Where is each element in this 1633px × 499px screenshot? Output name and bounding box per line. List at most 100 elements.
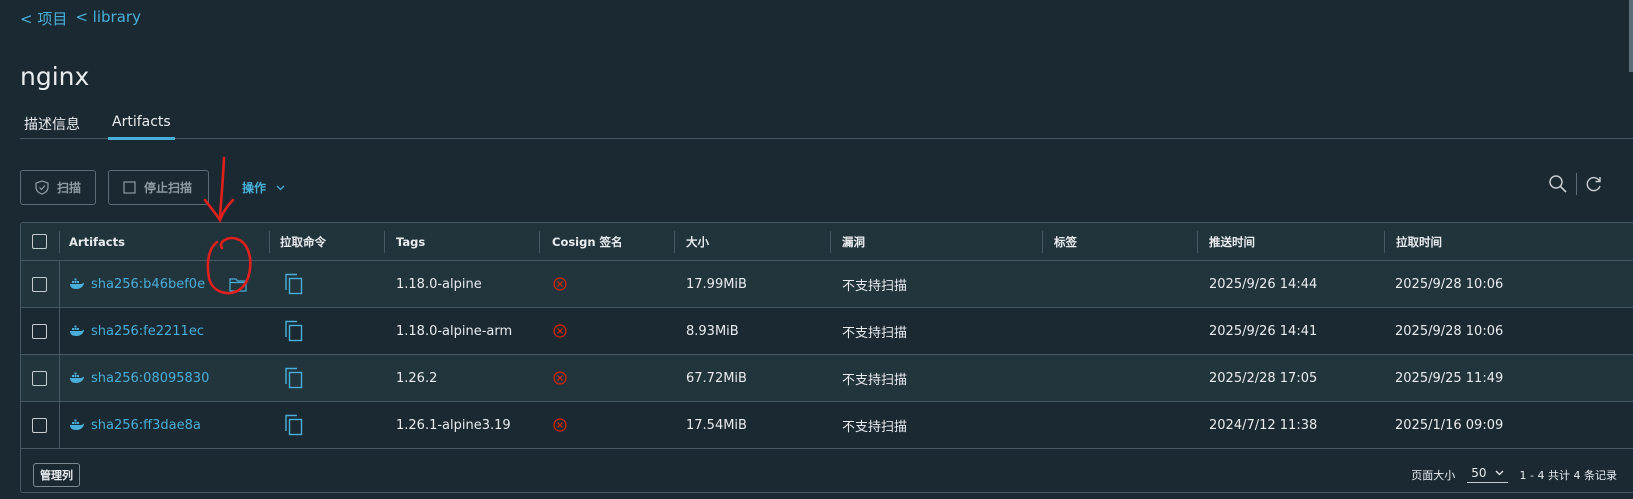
scan-button-label: 扫描	[57, 181, 82, 195]
copy-icon[interactable]	[284, 273, 304, 295]
breadcrumb-library-link[interactable]: < library	[75, 8, 141, 29]
header-vulnerabilities[interactable]: 漏洞	[842, 223, 865, 260]
pull-time-cell: 2025/1/16 09:09	[1395, 417, 1504, 433]
refresh-icon[interactable]	[1585, 175, 1603, 193]
push-time-cell: 2025/2/28 17:05	[1209, 370, 1318, 386]
stop-scan-button[interactable]: 停止扫描	[108, 170, 209, 205]
row-divider	[59, 355, 60, 401]
push-time-cell: 2025/9/26 14:44	[1209, 276, 1318, 292]
tag-cell: 1.26.2	[396, 370, 438, 386]
actions-dropdown-label: 操作	[242, 181, 267, 195]
breadcrumb-projects-link[interactable]: < 项目	[20, 8, 67, 29]
header-push-time[interactable]: 推送时间	[1209, 223, 1255, 260]
breadcrumb: < 项目 < library	[20, 8, 141, 29]
header-pull-command[interactable]: 拉取命令	[280, 223, 326, 260]
column-divider	[1197, 231, 1198, 253]
artifacts-table: Artifacts 拉取命令 Tags Cosign 签名 大小 漏洞 标签 推…	[20, 222, 1633, 493]
checkbox-icon	[123, 181, 136, 194]
tag-cell: 1.18.0-alpine	[396, 276, 482, 292]
toolbar: 扫描 停止扫描 操作	[20, 170, 1633, 206]
header-tags[interactable]: Tags	[396, 223, 425, 260]
pull-time-cell: 2025/9/28 10:06	[1395, 323, 1504, 339]
column-divider	[269, 231, 270, 253]
select-all-checkbox[interactable]	[32, 234, 47, 249]
tab-bar: 描述信息 Artifacts	[20, 110, 1633, 140]
header-artifacts[interactable]: Artifacts	[69, 223, 125, 260]
row-checkbox[interactable]	[32, 276, 47, 292]
table-row: sha256:fe2211ec 1.18.0-alpine-arm 8.93Mi…	[21, 308, 1633, 355]
select-all-cell	[32, 223, 47, 260]
column-divider	[539, 231, 540, 253]
header-cosign[interactable]: Cosign 签名	[552, 223, 623, 260]
push-time-cell: 2024/7/12 11:38	[1209, 417, 1318, 433]
column-divider	[830, 231, 831, 253]
table-row: sha256:ff3dae8a 1.26.1-alpine3.19 17.54M…	[21, 402, 1633, 449]
pull-time-cell: 2025/9/28 10:06	[1395, 276, 1504, 292]
pagination-summary: 1 - 4 共计 4 条记录	[1519, 468, 1617, 482]
manage-columns-button[interactable]: 管理列	[33, 463, 80, 487]
header-pull-time[interactable]: 拉取时间	[1396, 223, 1442, 260]
stop-scan-button-label: 停止扫描	[144, 181, 193, 195]
table-header: Artifacts 拉取命令 Tags Cosign 签名 大小 漏洞 标签 推…	[21, 223, 1633, 261]
artifact-digest-link[interactable]: sha256:08095830	[91, 371, 209, 386]
push-time-cell: 2025/9/26 14:41	[1209, 323, 1318, 339]
shield-icon	[35, 180, 49, 195]
tag-cell: 1.26.1-alpine3.19	[396, 417, 511, 433]
header-size[interactable]: 大小	[686, 223, 709, 260]
artifact-digest-link[interactable]: sha256:b46bef0e	[91, 277, 205, 292]
scan-button[interactable]: 扫描	[20, 170, 96, 205]
artifact-digest-link[interactable]: sha256:ff3dae8a	[91, 418, 201, 433]
actions-dropdown[interactable]: 操作	[242, 179, 285, 196]
tab-description[interactable]: 描述信息	[20, 110, 84, 139]
size-cell: 17.54MiB	[686, 417, 747, 433]
size-cell: 8.93MiB	[686, 323, 739, 339]
page-size-value: 50	[1471, 466, 1487, 480]
page-size-label: 页面大小	[1411, 468, 1456, 482]
copy-icon[interactable]	[284, 414, 304, 436]
vulnerability-cell: 不支持扫描	[842, 278, 908, 294]
column-divider	[1042, 231, 1043, 253]
pull-time-cell: 2025/9/25 11:49	[1395, 370, 1504, 386]
tab-artifacts[interactable]: Artifacts	[108, 110, 175, 140]
row-checkbox[interactable]	[32, 370, 47, 386]
error-circle-icon	[553, 371, 567, 385]
docker-icon	[70, 372, 84, 383]
row-divider	[59, 402, 60, 448]
table-body: sha256:b46bef0e 1.18.0-alpine 17.99MiB 不…	[21, 261, 1633, 449]
pagination: 页面大小 50 1 - 4 共计 4 条记录	[1411, 466, 1617, 483]
vulnerability-cell: 不支持扫描	[842, 325, 908, 341]
copy-icon[interactable]	[284, 320, 304, 342]
error-circle-icon	[553, 418, 567, 432]
vulnerability-cell: 不支持扫描	[842, 419, 908, 435]
table-row: sha256:08095830 1.26.2 67.72MiB 不支持扫描 20…	[21, 355, 1633, 402]
page-scrollbar[interactable]	[1629, 0, 1633, 72]
size-cell: 67.72MiB	[686, 370, 747, 386]
page-size-select[interactable]: 50	[1467, 466, 1508, 483]
error-circle-icon	[553, 324, 567, 338]
tag-cell: 1.18.0-alpine-arm	[396, 323, 513, 339]
page-title: nginx	[20, 62, 90, 91]
row-checkbox[interactable]	[32, 417, 47, 433]
size-cell: 17.99MiB	[686, 276, 747, 292]
copy-icon[interactable]	[284, 367, 304, 389]
error-circle-icon	[553, 277, 567, 291]
search-icon[interactable]	[1548, 174, 1568, 194]
docker-icon	[70, 325, 84, 336]
toolbar-divider	[1576, 173, 1577, 195]
vulnerability-cell: 不支持扫描	[842, 372, 908, 388]
docker-icon	[70, 419, 84, 430]
column-divider	[59, 231, 60, 253]
docker-icon	[70, 278, 84, 289]
row-checkbox[interactable]	[32, 323, 47, 339]
column-divider	[674, 231, 675, 253]
table-footer: 管理列 页面大小 50 1 - 4 共计 4 条记录	[21, 457, 1633, 492]
folder-icon[interactable]	[229, 277, 247, 292]
column-divider	[1384, 231, 1385, 253]
header-labels[interactable]: 标签	[1054, 223, 1077, 260]
row-divider	[59, 308, 60, 354]
artifact-digest-link[interactable]: sha256:fe2211ec	[91, 324, 204, 339]
chevron-down-icon	[276, 185, 285, 190]
table-row: sha256:b46bef0e 1.18.0-alpine 17.99MiB 不…	[21, 261, 1633, 308]
chevron-down-icon	[1495, 470, 1504, 476]
row-divider	[59, 261, 60, 307]
